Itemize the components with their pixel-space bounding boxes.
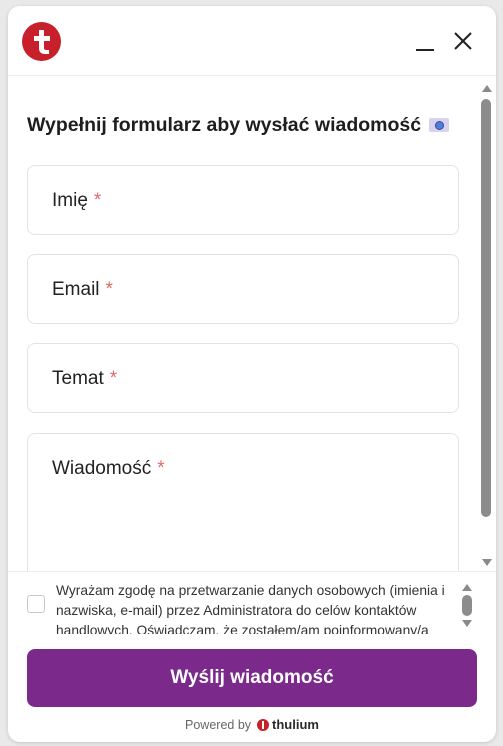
close-button[interactable]	[448, 26, 478, 56]
subject-label-text: Temat	[52, 368, 104, 389]
thulium-mini-logo-icon	[257, 719, 270, 731]
chat-widget: Wypełnij formularz aby wysłać wiadomość …	[8, 6, 496, 742]
scroll-down-arrow-icon[interactable]	[482, 559, 492, 566]
powered-by-text: Powered by	[185, 718, 252, 732]
name-label-text: Imię	[52, 190, 88, 211]
consent-scroll-down-icon[interactable]	[462, 620, 472, 627]
subject-field[interactable]: Temat *	[27, 343, 459, 413]
widget-header	[8, 6, 496, 76]
thulium-logo-icon	[22, 22, 61, 61]
minimize-icon	[416, 49, 434, 51]
message-label-text: Wiadomość	[52, 458, 152, 479]
consent-scrollbar-thumb[interactable]	[462, 595, 472, 616]
consent-scroll-up-icon[interactable]	[462, 584, 472, 591]
form-title: Wypełnij formularz aby wysłać wiadomość	[27, 114, 450, 137]
consent-checkbox[interactable]	[27, 595, 45, 613]
form-scrollbar[interactable]	[480, 81, 492, 571]
envelope-emoji-icon	[429, 118, 450, 132]
email-label-text: Email	[52, 279, 100, 300]
thulium-brand-link[interactable]: thulium	[272, 717, 319, 732]
minimize-button[interactable]	[410, 26, 440, 56]
required-marker: *	[105, 279, 113, 300]
send-message-button[interactable]: Wyślij wiadomość	[27, 649, 477, 707]
required-marker: *	[157, 458, 165, 479]
consent-text: Wyrażam zgodę na przetwarzanie danych os…	[56, 583, 445, 634]
required-marker: *	[109, 368, 118, 389]
consent-scrollbar[interactable]	[460, 584, 474, 630]
powered-by-footer: Powered by thulium	[8, 717, 496, 732]
message-field[interactable]: Wiadomość *	[27, 433, 459, 571]
scrollbar-thumb[interactable]	[481, 99, 491, 517]
form-title-text: Wypełnij formularz aby wysłać wiadomość	[27, 114, 422, 136]
name-field-label: Imię *	[52, 190, 101, 212]
subject-field-label: Temat *	[52, 368, 117, 390]
required-marker: *	[93, 190, 102, 211]
email-field[interactable]: Email *	[27, 254, 459, 324]
message-field-label: Wiadomość *	[52, 458, 165, 480]
name-field[interactable]: Imię *	[27, 165, 459, 235]
email-field-label: Email *	[52, 279, 113, 301]
consent-section: Wyrażam zgodę na przetwarzanie danych os…	[8, 571, 496, 634]
close-icon	[454, 32, 472, 50]
form-scroll-area[interactable]: Wypełnij formularz aby wysłać wiadomość …	[8, 77, 496, 571]
scroll-up-arrow-icon[interactable]	[482, 85, 492, 92]
